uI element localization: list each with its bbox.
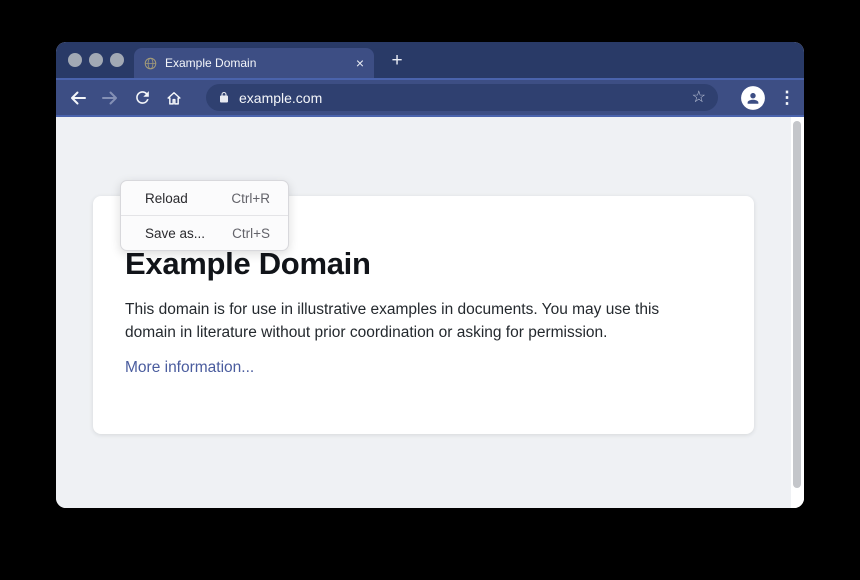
menu-item-label: Reload — [145, 191, 188, 206]
more-information-link[interactable]: More information... — [125, 359, 254, 377]
forward-icon[interactable] — [100, 88, 120, 108]
lock-icon — [218, 91, 230, 104]
menu-item-shortcut: Ctrl+S — [232, 226, 270, 241]
new-tab-button[interactable]: + — [386, 50, 408, 72]
window-close-button[interactable] — [68, 53, 82, 67]
window-minimize-button[interactable] — [89, 53, 103, 67]
tab-title: Example Domain — [165, 56, 256, 70]
tab-example-domain[interactable]: Example Domain × — [134, 48, 374, 78]
desktop-background: Example Domain × + — [0, 0, 860, 580]
kebab-menu-icon[interactable]: ⋮ — [778, 89, 796, 107]
browser-window: Example Domain × + — [56, 42, 804, 508]
context-menu: Reload Ctrl+R Save as... Ctrl+S — [120, 180, 289, 251]
scrollbar-thumb[interactable] — [793, 121, 801, 488]
menu-item-shortcut: Ctrl+R — [231, 191, 270, 206]
toolbar: example.com ☆ ⋮ — [56, 78, 804, 117]
bookmark-star-icon[interactable]: ☆ — [692, 90, 706, 106]
window-zoom-button[interactable] — [110, 53, 124, 67]
home-icon[interactable] — [164, 88, 184, 108]
profile-avatar-icon[interactable] — [740, 85, 766, 111]
reload-icon[interactable] — [132, 88, 152, 108]
page-paragraph: This domain is for use in illustrative e… — [125, 298, 710, 344]
page-title: Example Domain — [125, 246, 722, 282]
context-menu-item-reload[interactable]: Reload Ctrl+R — [121, 181, 288, 215]
url-text[interactable]: example.com — [239, 90, 322, 106]
context-menu-item-save-as[interactable]: Save as... Ctrl+S — [121, 216, 288, 250]
address-bar[interactable]: example.com ☆ — [206, 84, 718, 111]
tab-strip: Example Domain × + — [56, 42, 804, 78]
tab-close-icon[interactable]: × — [356, 56, 364, 70]
scrollbar[interactable] — [791, 117, 804, 508]
menu-item-label: Save as... — [145, 226, 205, 241]
window-controls — [68, 53, 124, 67]
globe-favicon-icon — [144, 57, 157, 70]
back-icon[interactable] — [68, 88, 88, 108]
page-viewport: Example Domain This domain is for use in… — [56, 117, 804, 508]
